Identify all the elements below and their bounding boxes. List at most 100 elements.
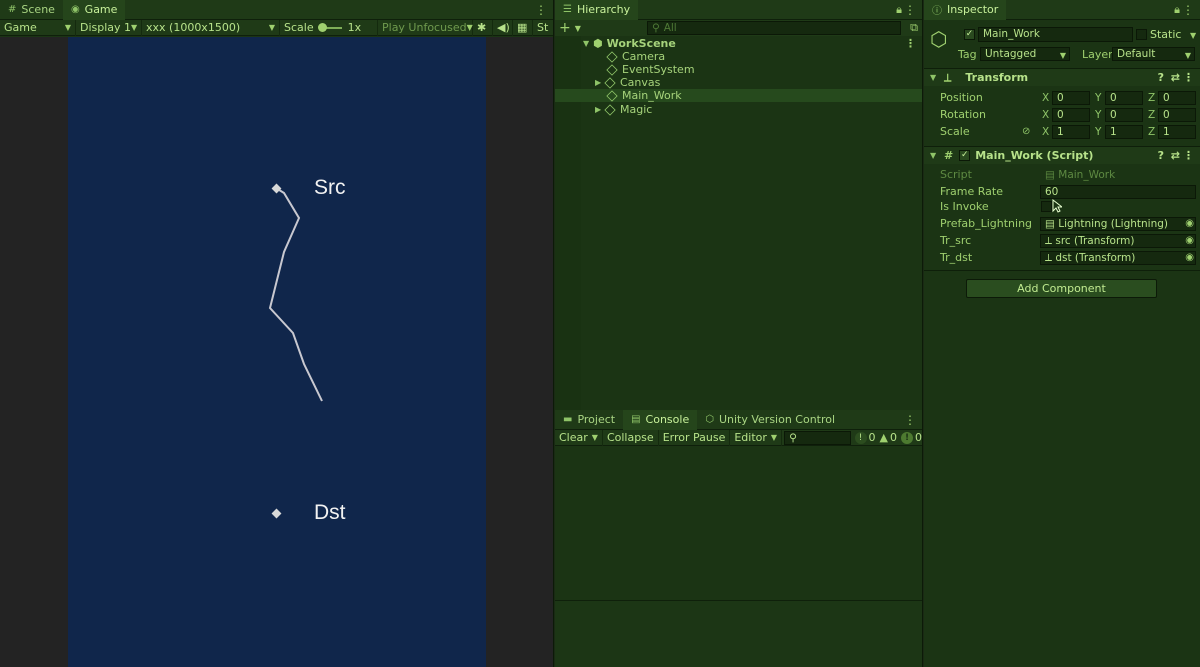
scale-y-field[interactable]: 1	[1105, 124, 1143, 139]
play-mode-dropdown[interactable]: Play Unfocused ▼	[378, 19, 473, 36]
gamepad-icon: ◉	[70, 4, 80, 15]
hierarchy-item-magic[interactable]: ▶ Magic	[555, 103, 922, 116]
help-icon[interactable]: ?	[1158, 149, 1164, 162]
position-x-field[interactable]: 0	[1052, 90, 1090, 105]
position-y-field[interactable]: 0	[1105, 90, 1143, 105]
tab-game[interactable]: ◉ Game	[62, 0, 126, 20]
tr-dst-field[interactable]: ⟂ dst (Transform)	[1040, 250, 1196, 265]
tag-dropdown[interactable]: Untagged ▼	[980, 47, 1070, 61]
audio-icon[interactable]: ◀)	[493, 19, 513, 36]
component-menu-icon[interactable]: ⋮	[1183, 149, 1194, 162]
editor-dropdown[interactable]: Editor ▼	[730, 429, 783, 446]
hierarchy-item-eventsystem[interactable]: EventSystem	[555, 63, 922, 76]
z-axis-label: Z	[1148, 108, 1156, 121]
scale-y-value: 1	[1110, 125, 1117, 138]
rotation-x-field[interactable]: 0	[1052, 107, 1090, 122]
hierarchy-menu-icon[interactable]: ⋮	[904, 3, 916, 17]
scale-slider-handle[interactable]	[317, 22, 327, 32]
warning-count-badge[interactable]: ▲ 0	[880, 431, 897, 444]
info-count-badge[interactable]: ! 0	[854, 431, 876, 444]
script-enabled-checkbox[interactable]: ✓	[959, 150, 971, 161]
transform-icon: ⟂	[1045, 234, 1056, 247]
prefab-field[interactable]: ▤ Lightning (Lightning)	[1040, 216, 1196, 231]
chevron-down-icon: ▼	[268, 23, 275, 32]
link-icon[interactable]: ⊘	[1022, 126, 1030, 137]
layer-dropdown[interactable]: Default ▼	[1112, 47, 1195, 61]
keyboard-icon[interactable]: ▦	[513, 19, 533, 36]
add-component-button[interactable]: Add Component	[966, 279, 1157, 298]
script-icon: #	[944, 149, 954, 162]
object-picker-icon[interactable]: ◉	[1185, 235, 1194, 246]
game-canvas[interactable]: Src Dst	[68, 37, 486, 667]
game-menu-icon[interactable]: ⋮	[535, 3, 547, 17]
x-axis-label: X	[1042, 125, 1050, 138]
tab-scene[interactable]: # Scene	[0, 0, 63, 20]
scene-menu-icon[interactable]: ⋮	[905, 37, 916, 50]
scale-slider[interactable]: Scale 1x	[280, 19, 378, 36]
object-picker-icon[interactable]: ◉	[1185, 218, 1194, 229]
script-reference-field: ▤ Main_Work	[1040, 168, 1196, 182]
bug-icon[interactable]: ✱	[473, 19, 493, 36]
tr-src-field[interactable]: ⟂ src (Transform)	[1040, 233, 1196, 248]
static-checkbox[interactable]	[1136, 29, 1147, 40]
chevron-down-icon[interactable]: ▼	[1190, 31, 1196, 40]
hierarchy-item-canvas[interactable]: ▶ Canvas	[555, 76, 922, 89]
scale-slider-track[interactable]	[317, 22, 342, 32]
tab-console[interactable]: ▤ Console	[623, 409, 698, 430]
hierarchy-item-camera[interactable]: Camera	[555, 50, 922, 63]
scale-x-field[interactable]: 1	[1052, 124, 1090, 139]
rotation-y-field[interactable]: 0	[1105, 107, 1143, 122]
tab-version-control[interactable]: ⬡ Unity Version Control	[697, 410, 843, 430]
y-axis-label: Y	[1095, 91, 1102, 104]
object-name-field[interactable]: Main_Work	[978, 27, 1133, 42]
chevron-down-icon: ▼	[1184, 51, 1191, 60]
transform-header[interactable]: ▼ ⟂ Transform ? ⇄ ⋮	[924, 68, 1200, 86]
dst-label: Dst	[314, 501, 346, 524]
help-icon[interactable]: ?	[1158, 71, 1164, 84]
game-mode-dropdown[interactable]: Game ▼	[0, 19, 76, 36]
resolution-dropdown[interactable]: xxx (1000x1500) ▼	[142, 19, 280, 36]
frame-rate-field[interactable]: 60	[1040, 184, 1196, 199]
active-checkbox[interactable]: ✓	[964, 29, 975, 40]
is-invoke-checkbox[interactable]	[1041, 201, 1052, 212]
expand-arrow-icon[interactable]: ▼	[930, 151, 940, 160]
x-axis-label: X	[1042, 91, 1050, 104]
expand-arrow-icon[interactable]: ▼	[930, 73, 940, 82]
error-count-badge[interactable]: ! 0	[901, 431, 922, 444]
scene-visibility-icon[interactable]: ⧉	[910, 21, 918, 35]
script-component-header[interactable]: ▼ # ✓ Main_Work (Script) ? ⇄ ⋮	[924, 146, 1200, 164]
tab-inspector[interactable]: ⓘ Inspector	[924, 0, 1007, 20]
scale-z-field[interactable]: 1	[1158, 124, 1196, 139]
add-object-button[interactable]: + ▼	[555, 20, 585, 36]
position-z-field[interactable]: 0	[1158, 90, 1196, 105]
tab-project[interactable]: ▬ Project	[555, 410, 623, 430]
lock-icon[interactable]: 🔒︎	[896, 3, 902, 17]
scene-row[interactable]: ▼ ⬢ WorkScene ⋮	[555, 37, 922, 50]
console-search-input[interactable]: ⚲	[784, 430, 851, 445]
transform-title: Transform	[965, 71, 1029, 84]
scene-name: WorkScene	[606, 37, 676, 50]
preset-icon[interactable]: ⇄	[1171, 71, 1180, 84]
component-menu-icon[interactable]: ⋮	[1183, 71, 1194, 84]
clear-button[interactable]: Clear ▼	[555, 429, 603, 446]
hierarchy-search-input[interactable]: ⚲ All	[647, 21, 901, 35]
tab-hierarchy[interactable]: ☰ Hierarchy	[555, 0, 639, 20]
static-label: Static	[1150, 28, 1182, 41]
display-dropdown[interactable]: Display 1 ▼	[76, 19, 142, 36]
z-axis-label: Z	[1148, 91, 1156, 104]
script-title: Main_Work (Script)	[975, 149, 1094, 162]
stats-button[interactable]: St	[533, 20, 552, 36]
inspector-menu-icon[interactable]: ⋮	[1182, 3, 1194, 17]
hierarchy-item-main-work[interactable]: Main_Work	[555, 89, 922, 102]
object-picker-icon[interactable]: ◉	[1185, 252, 1194, 263]
error-pause-button[interactable]: Error Pause	[659, 429, 731, 446]
position-label: Position	[940, 91, 983, 104]
console-detail-area[interactable]	[555, 600, 922, 667]
expand-arrow-icon[interactable]: ▼	[583, 39, 593, 48]
rotation-z-field[interactable]: 0	[1158, 107, 1196, 122]
lock-icon[interactable]: 🔒︎	[1174, 3, 1180, 17]
game-viewport[interactable]: Src Dst	[0, 37, 553, 667]
console-menu-icon[interactable]: ⋮	[904, 413, 916, 427]
collapse-button[interactable]: Collapse	[603, 429, 659, 446]
preset-icon[interactable]: ⇄	[1171, 149, 1180, 162]
